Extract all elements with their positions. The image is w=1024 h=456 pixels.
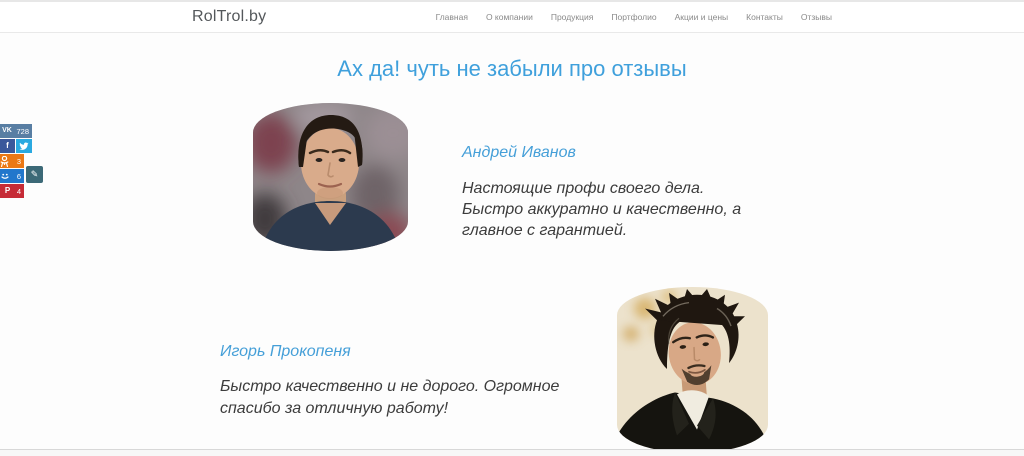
page-title: Ах да! чуть не забыли про отзывы — [337, 56, 687, 81]
nav-item-reviews[interactable]: Отзывы — [801, 12, 832, 22]
testimonial-photo-igor — [617, 287, 768, 453]
pencil-icon: ✎ — [30, 169, 39, 179]
twitter-share-button[interactable] — [16, 139, 32, 153]
pinterest-share-button[interactable]: P 4 — [0, 184, 24, 198]
testimonial-author-name: Андрей Иванов — [462, 144, 576, 161]
nav-item-home[interactable]: Главная — [436, 12, 468, 22]
nav-item-prices[interactable]: Акции и цены — [675, 12, 729, 22]
testimonial-andrey: Андрей Иванов Настоящие профи своего дел… — [462, 144, 767, 241]
vk-share-count: 728 — [16, 126, 29, 136]
share-settings-button[interactable]: ✎ — [26, 166, 43, 183]
odnoklassniki-share-count: 3 — [16, 156, 21, 166]
portrait-illustration-2 — [617, 287, 768, 453]
twitter-bird-icon — [19, 141, 29, 151]
header-inner: RolTrol.by Главная О компании Продукция … — [192, 2, 832, 32]
header: RolTrol.by Главная О компании Продукция … — [0, 0, 1024, 33]
pinterest-icon: P — [4, 186, 11, 195]
nav-item-portfolio[interactable]: Портфолио — [611, 12, 656, 22]
pinterest-share-count: 4 — [16, 186, 21, 196]
odnoklassniki-share-button[interactable]: 3 — [0, 154, 24, 168]
nav-item-about[interactable]: О компании — [486, 12, 533, 22]
mailru-share-count: 6 — [16, 171, 21, 181]
portrait-illustration-1 — [253, 103, 408, 251]
testimonial-quote: Быстро качественно и не дорого. Огромное… — [220, 378, 560, 417]
facebook-icon: f — [6, 141, 9, 150]
main-nav: Главная О компании Продукция Портфолио А… — [436, 12, 832, 22]
odnoklassniki-icon — [0, 155, 15, 167]
testimonial-author-name: Игорь Прокопеня — [220, 343, 351, 360]
testimonial-igor: Игорь Прокопеня Быстро качественно и не … — [220, 343, 568, 420]
nav-item-products[interactable]: Продукция — [551, 12, 594, 22]
facebook-share-button[interactable]: f — [0, 139, 15, 153]
site-logo[interactable]: RolTrol.by — [192, 8, 266, 26]
footer-divider — [0, 449, 1024, 450]
testimonial-quote: Настоящие профи своего дела. Быстро акку… — [462, 180, 742, 239]
vk-share-button[interactable]: VK 728 — [0, 124, 32, 138]
testimonial-photo-andrey — [253, 103, 408, 251]
footer-strip — [0, 450, 1024, 456]
mailru-smiley-icon — [0, 171, 15, 181]
share-bar: VK 728 f 3 6 P 4 ✎ — [0, 124, 46, 200]
mailru-share-button[interactable]: 6 — [0, 169, 24, 183]
vk-icon: VK — [2, 127, 12, 134]
nav-item-contacts[interactable]: Контакты — [746, 12, 783, 22]
